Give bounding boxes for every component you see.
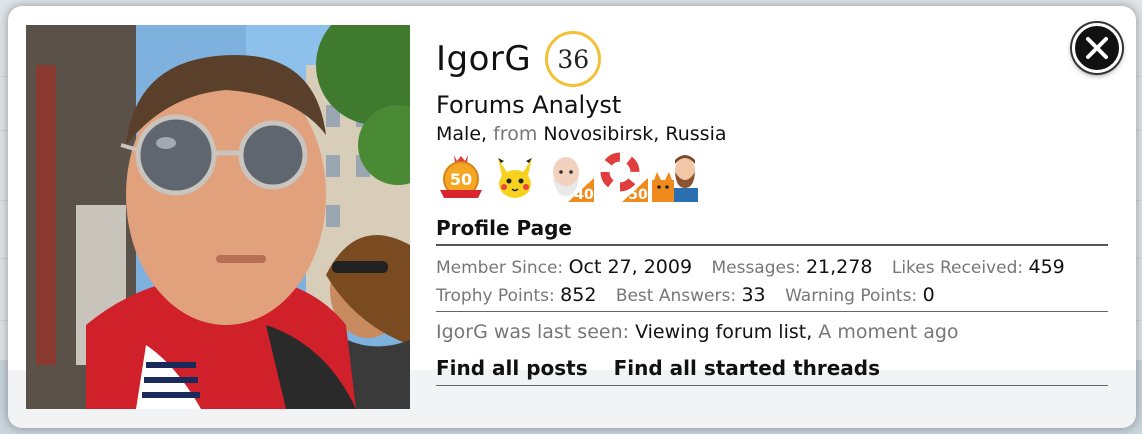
- trophy-50b-label: 50: [628, 187, 648, 202]
- best-answers-stat: Best Answers: 33: [615, 284, 766, 306]
- close-icon: [1086, 37, 1108, 59]
- trophy-list: 50 40 50: [436, 152, 702, 202]
- gender: Male: [436, 123, 482, 145]
- warning-points-value: 0: [922, 284, 935, 306]
- trophy-50-label: 50: [450, 170, 472, 189]
- warning-points-label: Warning Points:: [785, 286, 918, 306]
- likes-value: 459: [1028, 256, 1065, 278]
- pikachu-trophy-icon[interactable]: [490, 152, 540, 202]
- messages-stat[interactable]: Messages: 21,278: [711, 256, 873, 278]
- warning-points-stat: Warning Points: 0: [785, 284, 935, 306]
- best-answers-value: 33: [741, 284, 766, 306]
- trophy-points-value: 852: [560, 284, 597, 306]
- last-seen-prefix: IgorG was last seen:: [436, 321, 630, 343]
- close-button[interactable]: [1072, 23, 1122, 73]
- member-tooltip-card: IgorG 36 Forums Analyst Male, from Novos…: [8, 6, 1136, 428]
- find-all-threads-link[interactable]: Find all started threads: [614, 356, 880, 380]
- messages-label: Messages:: [711, 258, 801, 278]
- user-title: Forums Analyst: [436, 91, 622, 119]
- find-all-posts-link[interactable]: Find all posts: [436, 356, 588, 380]
- stats-divider: [436, 311, 1108, 312]
- from-label: from: [493, 123, 538, 145]
- gold-medal-50-trophy-icon[interactable]: 50: [436, 152, 486, 202]
- cat-and-bearded-man-trophy-icon[interactable]: [652, 152, 702, 202]
- member-since-stat: Member Since: Oct 27, 2009: [436, 256, 693, 278]
- profile-page-link[interactable]: Profile Page: [436, 216, 572, 240]
- links-divider: [436, 385, 1108, 386]
- likes-received-stat: Likes Received: 459: [891, 256, 1065, 278]
- old-man-40-trophy-icon[interactable]: 40: [544, 152, 594, 202]
- avatar-photo: [26, 25, 410, 409]
- last-seen-time: A moment ago: [818, 321, 959, 343]
- last-seen-activity-link[interactable]: Viewing forum list: [635, 321, 806, 343]
- avatar[interactable]: [26, 25, 410, 409]
- member-since-value: Oct 27, 2009: [568, 256, 693, 278]
- level-badge: 36: [545, 31, 602, 87]
- trophy-40-label: 40: [574, 187, 594, 202]
- last-seen: IgorG was last seen: Viewing forum list,…: [436, 321, 959, 343]
- member-links: Find all posts Find all started threads: [436, 356, 880, 380]
- username-link[interactable]: IgorG: [436, 39, 531, 79]
- trophy-points-label: Trophy Points:: [436, 286, 555, 306]
- best-answers-label: Best Answers:: [615, 286, 737, 306]
- member-since-label: Member Since:: [436, 258, 564, 278]
- trophy-points-stat[interactable]: Trophy Points: 852: [436, 284, 597, 306]
- stats-row-2: Trophy Points: 852 Best Answers: 33 Warn…: [436, 284, 949, 306]
- lifebuoy-50-trophy-icon[interactable]: 50: [598, 152, 648, 202]
- messages-value: 21,278: [805, 256, 873, 278]
- location-link[interactable]: Novosibirsk, Russia: [543, 123, 726, 145]
- user-blurb: Male, from Novosibirsk, Russia: [436, 123, 727, 145]
- likes-label: Likes Received:: [891, 258, 1024, 278]
- section-divider: [436, 244, 1108, 246]
- stats-row-1: Member Since: Oct 27, 2009 Messages: 21,…: [436, 256, 1079, 278]
- name-row: IgorG 36: [436, 28, 602, 90]
